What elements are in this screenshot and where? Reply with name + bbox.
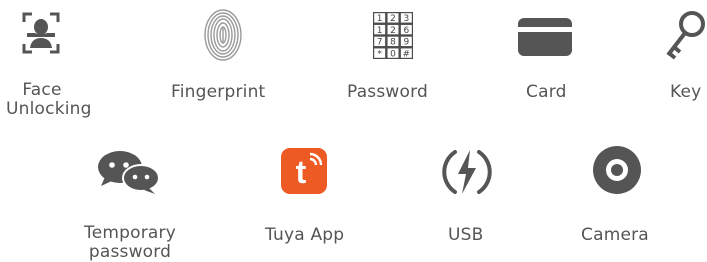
temporary-password-label: Temporary password (79, 224, 181, 262)
keypad-key-label: 2 (390, 14, 396, 24)
keypad-key-label: 0 (390, 49, 396, 59)
keypad-key-label: 8 (390, 38, 396, 48)
camera-lens-icon (593, 146, 641, 194)
chat-bubbles-icon (97, 150, 161, 194)
keypad-key-label: 3 (403, 14, 409, 24)
label-line: Temporary (84, 223, 176, 243)
keypad-icon: 1 2 3 1 2 6 7 8 9 * 0 # (373, 12, 413, 59)
label-line: password (88, 242, 172, 262)
face-scan-icon (22, 12, 60, 54)
tuya-app-icon: t (281, 148, 327, 194)
card-label: Card (526, 82, 567, 102)
fingerprint-label: Fingerprint (171, 82, 266, 102)
tuya-app-label: Tuya App (265, 225, 345, 245)
usb-power-icon (441, 146, 493, 198)
password-label: Password (347, 82, 429, 102)
card-icon (518, 18, 572, 56)
face-unlocking-label: Face Unlocking (6, 80, 92, 119)
usb-label: USB (448, 225, 484, 245)
camera-label: Camera (581, 225, 649, 245)
keypad-key-label: 7 (377, 38, 383, 48)
tuya-letter: t (296, 154, 307, 190)
keypad-key-label: 6 (403, 26, 409, 36)
keypad-key-label: * (377, 49, 382, 59)
keypad-key-label: 9 (403, 38, 409, 48)
keypad-key-label: 1 (377, 26, 383, 36)
keypad-key-label: # (403, 49, 411, 59)
label-line: Unlocking (6, 99, 92, 119)
keypad-key-label: 1 (377, 14, 383, 24)
fingerprint-icon (203, 8, 243, 62)
key-label: Key (670, 82, 702, 102)
key-icon (660, 10, 707, 66)
keypad-key-label: 2 (390, 26, 396, 36)
label-line: Face (22, 80, 62, 100)
